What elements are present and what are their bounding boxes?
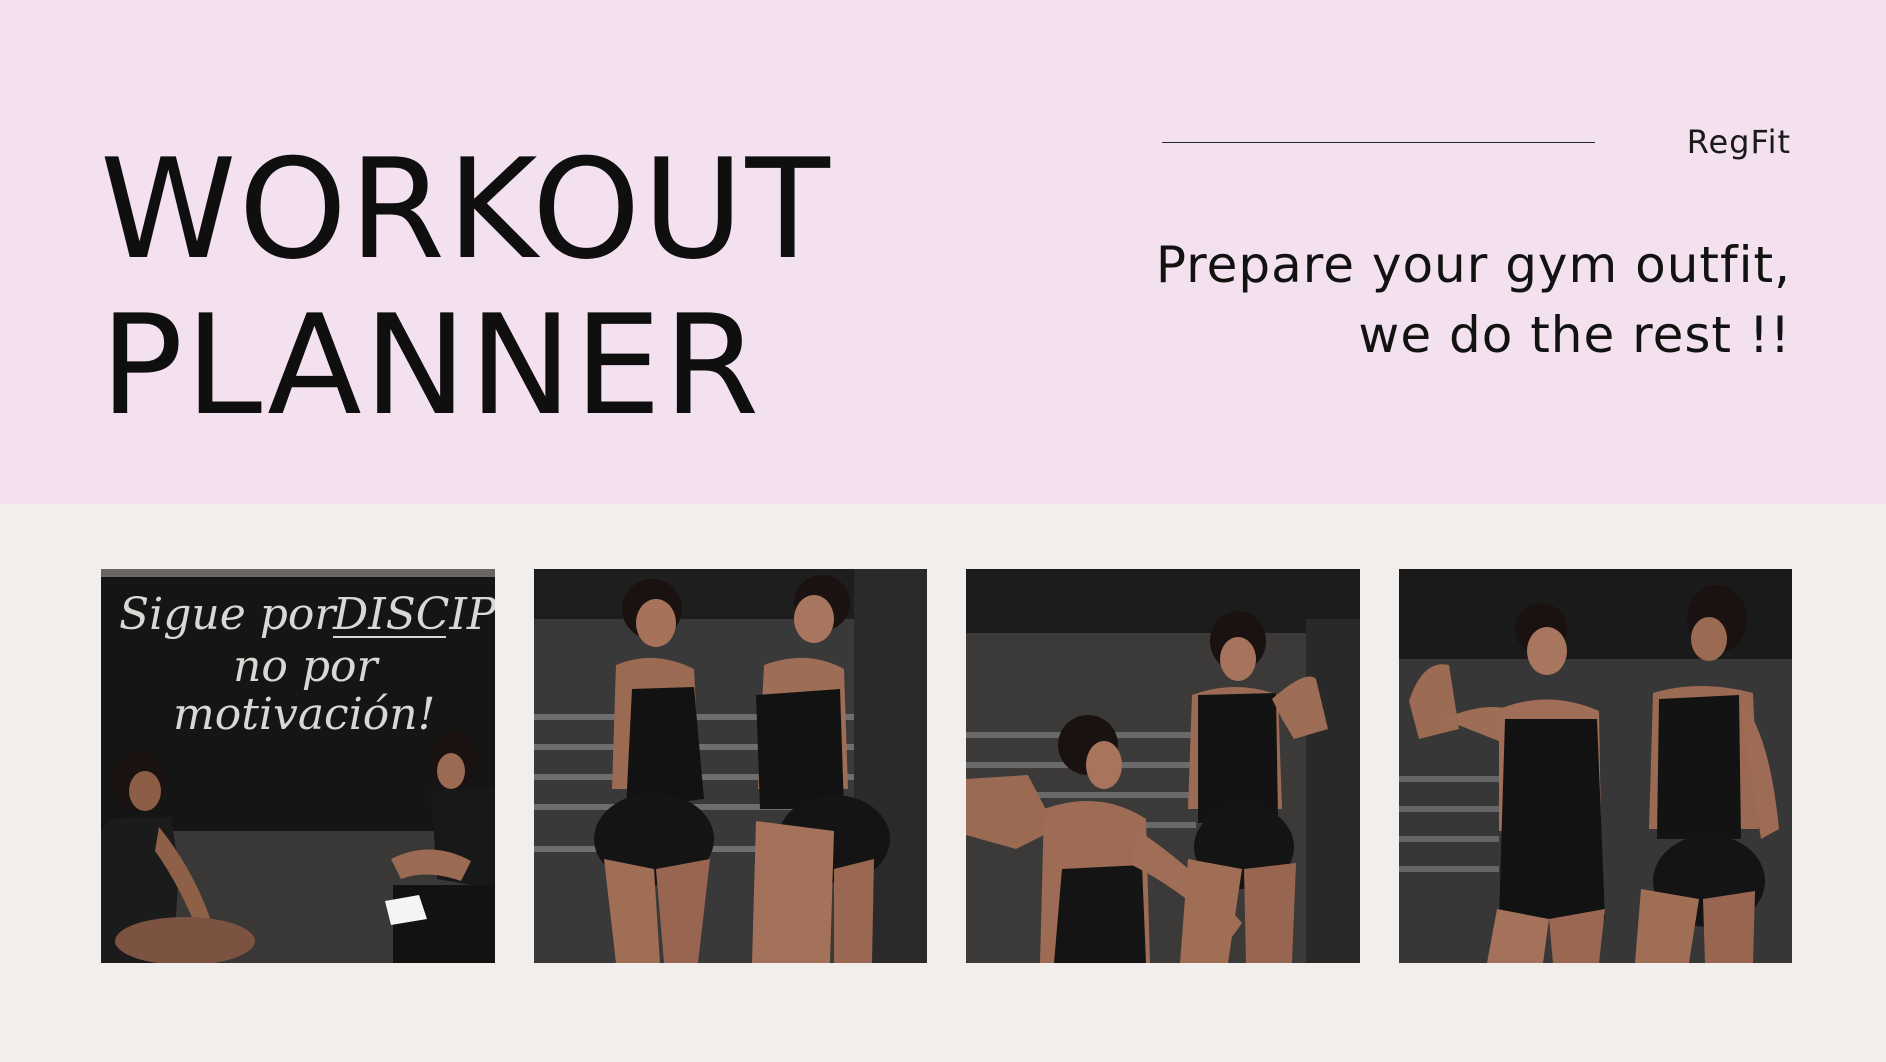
photo-two-women-image [533, 569, 927, 963]
photo-chalkboard-seated: Sigue por DISCIPLINA, no por motivación! [101, 569, 495, 963]
photo-gallery: Sigue por DISCIPLINA, no por motivación! [101, 569, 1792, 963]
brand-name: RegFit [1686, 123, 1791, 161]
chalk-text-line3: motivación! [173, 689, 435, 740]
chalk-text-line2: no por [233, 641, 380, 692]
hero-banner: WORKOUT PLANNER RegFit Prepare your gym … [0, 0, 1886, 504]
photo-two-women-back-pose [533, 569, 927, 963]
chalk-text-line1: Sigue por [119, 589, 338, 640]
photo-front-back-image [1398, 569, 1792, 963]
title-line-planner: PLANNER [100, 285, 762, 446]
photo-front-back-pose [1398, 569, 1792, 963]
workout-planner-slide: WORKOUT PLANNER RegFit Prepare your gym … [0, 0, 1886, 1062]
tagline: Prepare your gym outfit, we do the rest … [1071, 230, 1791, 370]
title-line-workout: WORKOUT [100, 129, 832, 290]
divider-line [1162, 142, 1595, 143]
photo-flex-pose [966, 569, 1360, 963]
photo-flex-pose-image [966, 569, 1360, 963]
chalk-text-disciplina: DISCIPLINA, [332, 589, 495, 640]
page-title: WORKOUT PLANNER [100, 132, 832, 444]
photo-chalkboard-image: Sigue por DISCIPLINA, no por motivación! [101, 569, 495, 963]
tagline-line-2: we do the rest !! [1358, 306, 1791, 364]
tagline-line-1: Prepare your gym outfit, [1155, 236, 1791, 294]
